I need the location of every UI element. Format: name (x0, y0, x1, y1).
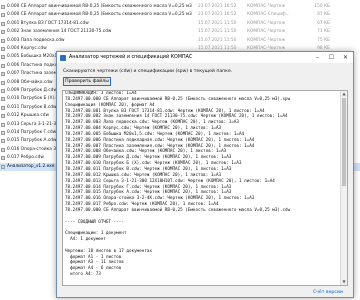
file-name: 0.003 Лапа подвеска.cdw (7, 37, 65, 43)
file-size: 150 КБ (314, 4, 330, 9)
file-icon (1, 139, 5, 144)
file-date: 15.07.2021 11:50 (198, 37, 237, 43)
file-date: 15.07.2021 11:50 (198, 29, 237, 35)
file-name: 0.002 Знак заземления 14 ГОСТ 21130-75.c… (7, 29, 112, 35)
file-icon (1, 122, 5, 127)
file-icon (1, 156, 5, 161)
file-type: КОМПАС-Чертеж (247, 37, 286, 43)
file-icon (1, 97, 5, 102)
file-row[interactable]: 0.001 Втулка ВЗ ГОСТ 17314-81.cdw 15.07.2… (0, 20, 360, 28)
vertical-scrollbar[interactable]: ▲ ▼ (340, 91, 347, 285)
help-link[interactable]: Счёт версии (313, 290, 343, 295)
file-icon (1, 89, 5, 93)
scroll-down-icon[interactable]: ▼ (341, 279, 347, 285)
file-size: 87 КБ (317, 12, 330, 18)
close-button[interactable]: ✕ (339, 52, 352, 63)
file-icon (1, 131, 5, 135)
file-row[interactable]: 0.000 CБ Аппарат ввинчиваемой RB-0,25 (Е… (0, 3, 360, 11)
dialog-title: Анализатор чертежей и спецификаций КОМПА… (69, 55, 193, 60)
check-files-button[interactable]: Проверить файлы (63, 77, 111, 86)
scroll-up-icon[interactable]: ▲ (341, 91, 347, 97)
file-icon (1, 72, 5, 77)
analyzer-dialog: Анализатор чертежей и спецификаций КОМПА… (56, 51, 354, 298)
results-log[interactable]: СПЕЦИФИКАЦИЯ: 3 листов: 1=А4 78.2497.00.0… (62, 90, 348, 286)
file-type: КОМПАС-Чертеж (247, 4, 286, 9)
file-name: 0.000 CБ Аппарат ввинчиваемой RB-0,25 (Е… (7, 12, 192, 18)
file-date: 15.07.2021 11:50 (198, 20, 237, 26)
minimize-button[interactable]: – (311, 52, 324, 63)
file-name: 0.001 Втулка ВЗ ГОСТ 17314-81.cdw (7, 20, 89, 26)
file-icon (1, 63, 5, 68)
file-size: 71 КБ (317, 29, 330, 35)
instruction-text: Сканируются чертежи (cdw) и спецификации… (63, 69, 233, 74)
file-icon (1, 13, 5, 18)
file-icon (1, 47, 5, 51)
file-type: КОМПАС-Чертеж (247, 20, 286, 26)
maximize-button[interactable]: ☐ (325, 52, 338, 63)
file-icon (1, 147, 5, 152)
file-name: 0.000 CБ Аппарат ввинчиваемой RB-0,25 (Е… (7, 4, 192, 9)
file-type: КОМПАС-Специф... (247, 12, 290, 18)
file-icon (1, 38, 5, 43)
dialog-titlebar[interactable]: Анализатор чертежей и спецификаций КОМПА… (57, 52, 353, 63)
file-icon (1, 5, 5, 9)
scroll-thumb[interactable] (342, 98, 346, 186)
file-icon (1, 105, 5, 110)
file-row[interactable]: 0.000 CБ Аппарат ввинчиваемой RB-0,25 (Е… (0, 11, 360, 19)
file-icon (1, 21, 5, 26)
file-icon (1, 55, 5, 60)
file-icon (1, 164, 5, 169)
file-date: 23.07.2021 16:52 (198, 12, 237, 18)
file-row[interactable]: 0.002 Знак заземления 14 ГОСТ 21130-75.c… (0, 28, 360, 36)
file-icon (1, 30, 5, 35)
file-size: 67 КБ (317, 20, 330, 26)
file-row[interactable]: 0.003 Лапа подвеска.cdw 15.07.2021 11:50 К… (0, 37, 360, 45)
file-date: 23.07.2021 16:52 (198, 4, 237, 9)
file-icon (1, 80, 5, 85)
file-size: 75 КБ (317, 37, 330, 43)
file-type: КОМПАС-Чертеж (247, 29, 286, 35)
file-icon (1, 114, 5, 119)
app-icon (60, 54, 66, 61)
